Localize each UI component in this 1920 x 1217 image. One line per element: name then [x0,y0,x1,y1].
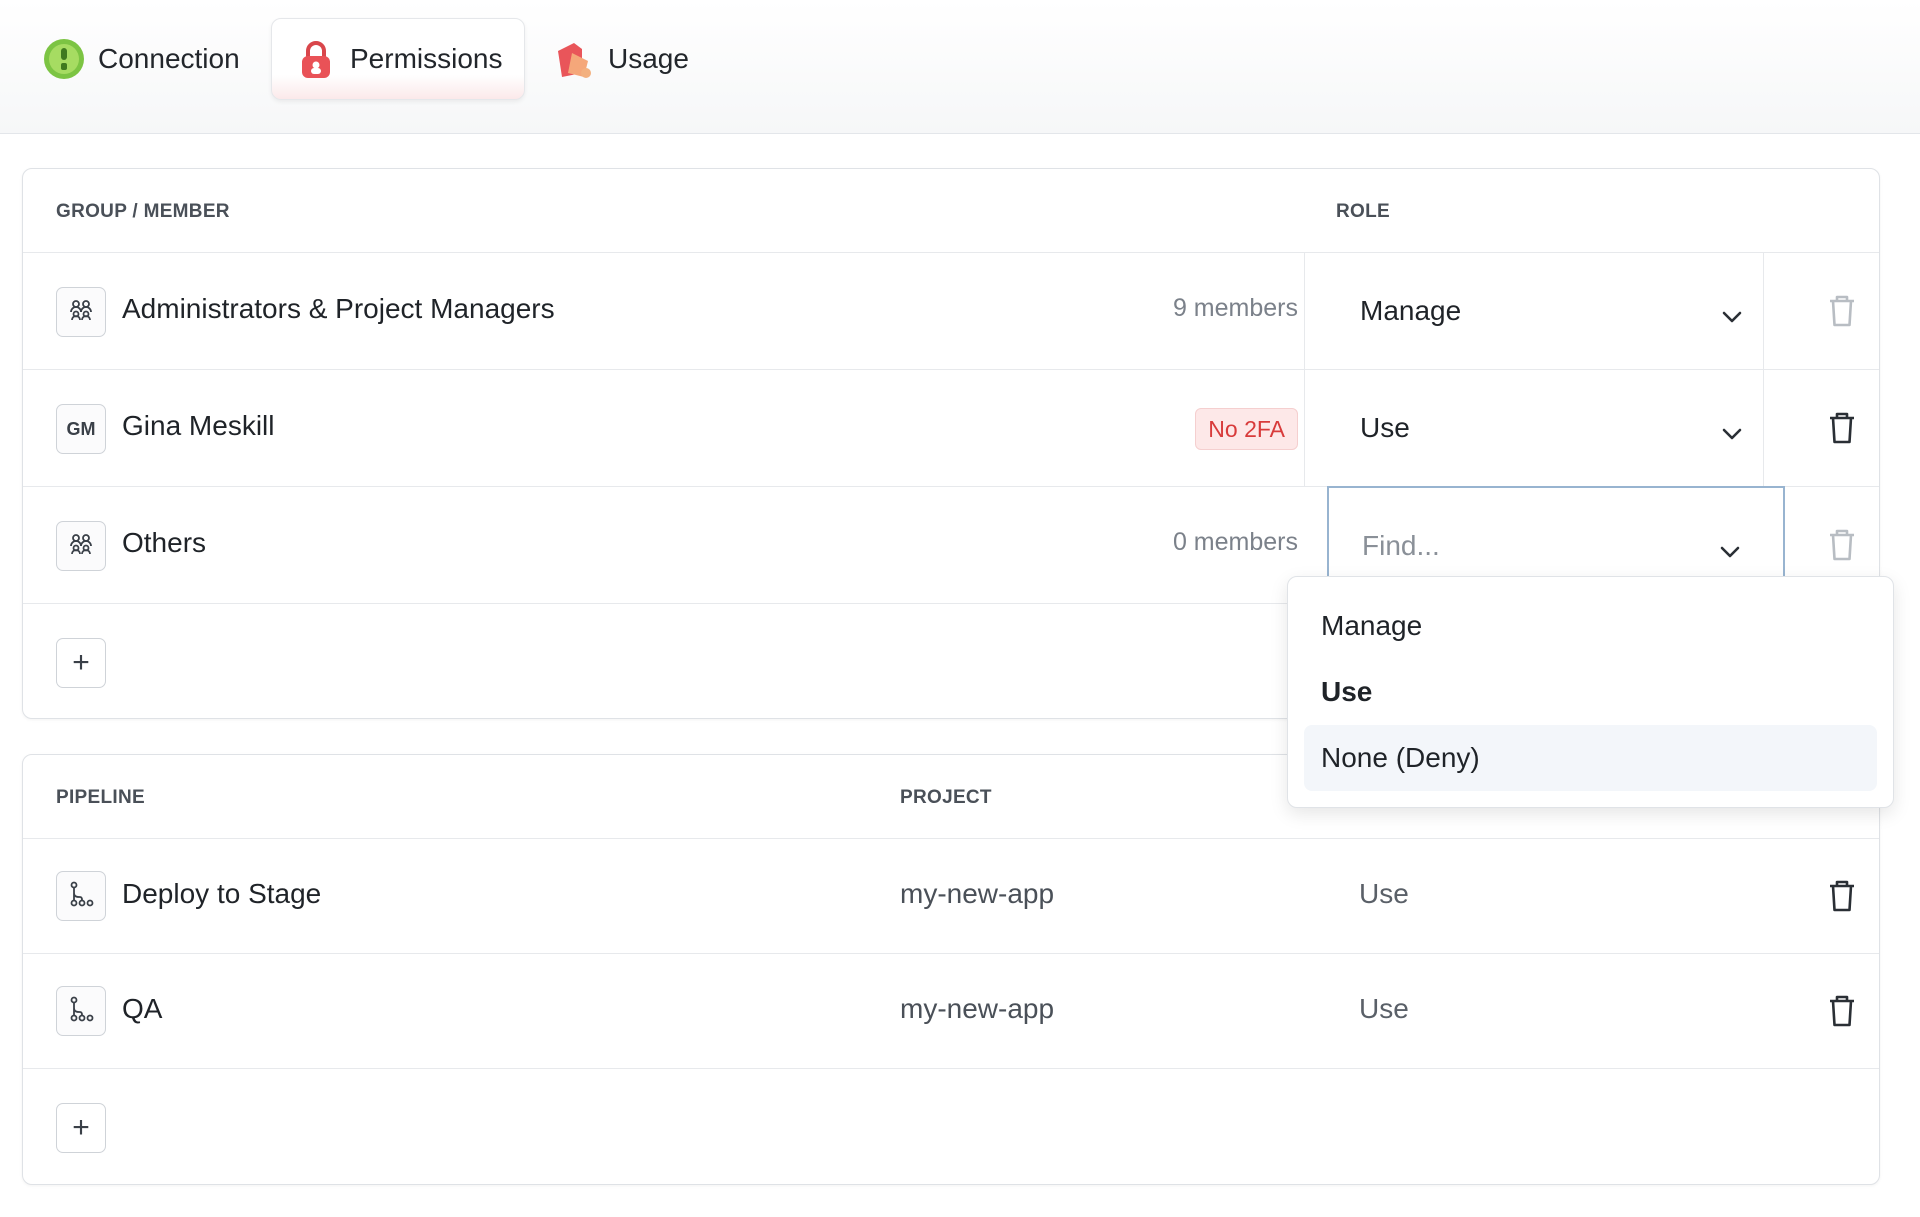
tab-permissions[interactable]: Permissions [271,18,525,100]
column-header-group-member: GROUP / MEMBER [56,201,230,222]
tab-label: Usage [608,43,689,74]
column-header-pipeline: PIPELINE [56,787,145,808]
members-header-row: GROUP / MEMBER ROLE [23,169,1879,253]
user-avatar: GM [56,404,106,454]
tab-usage[interactable]: Usage [530,18,711,100]
group-avatar [56,287,106,337]
no-2fa-badge: No 2FA [1195,408,1298,450]
pipeline-name: Deploy to Stage [122,878,322,909]
role-select[interactable]: Use [1327,370,1785,486]
dropdown-option-none-deny[interactable]: None (Deny) [1304,725,1877,791]
member-row: Administrators & Project Managers 9 memb… [23,253,1879,370]
chevron-down-icon [1721,299,1743,331]
tab-connection[interactable]: Connection [20,18,262,100]
pipeline-avatar [56,986,106,1036]
pipeline-icon [68,996,94,1027]
lock-icon [294,37,338,81]
column-divider [1304,370,1305,486]
plug-icon [42,37,86,81]
role-dropdown-menu: Manage Use None (Deny) [1287,576,1894,808]
add-member-button[interactable]: + [56,638,106,688]
pipeline-row: QA my-new-app Use [23,954,1879,1069]
add-pipeline-button[interactable]: + [56,1103,106,1153]
role-value: Manage [1360,295,1462,326]
tab-label: Permissions [350,43,503,74]
delete-icon[interactable] [1827,411,1857,450]
column-header-role: ROLE [1336,201,1390,222]
pipeline-role: Use [1359,993,1409,1024]
group-icon [68,299,94,326]
member-count: 9 members [1172,294,1298,322]
project-name: my-new-app [900,993,1055,1024]
dropdown-option-use[interactable]: Use [1304,659,1877,725]
delete-icon[interactable] [1827,294,1857,333]
tab-label: Connection [98,43,240,74]
column-divider [1304,253,1305,369]
delete-icon[interactable] [1827,994,1857,1033]
member-name: Others [122,527,207,558]
tab-bar: Connection Permissions Usage [0,0,1920,134]
group-icon [68,533,94,560]
role-value: Use [1360,412,1410,443]
pipelines-permissions-card: PIPELINE PROJECT Deploy to Stage my-new-… [22,754,1880,1185]
group-avatar [56,521,106,571]
chevron-down-icon [1721,416,1743,448]
delete-icon[interactable] [1827,528,1857,567]
project-name: my-new-app [900,878,1055,909]
member-count: 0 members [1172,528,1298,556]
role-search-placeholder: Find... [1362,530,1440,561]
chevron-down-icon [1719,534,1741,566]
member-name: Administrators & Project Managers [122,293,555,324]
pipeline-row: Deploy to Stage my-new-app Use [23,839,1879,954]
pipeline-avatar [56,871,106,921]
role-select[interactable]: Manage [1327,253,1785,369]
dropdown-option-manage[interactable]: Manage [1304,593,1877,659]
delete-icon[interactable] [1827,879,1857,918]
column-header-project: PROJECT [900,787,992,808]
member-name: Gina Meskill [122,410,275,441]
pipeline-icon [68,881,94,912]
pipeline-role: Use [1359,878,1409,909]
pipeline-name: QA [122,993,163,1024]
usage-tag-icon [552,37,596,81]
member-row: GM Gina Meskill No 2FA Use [23,370,1879,487]
